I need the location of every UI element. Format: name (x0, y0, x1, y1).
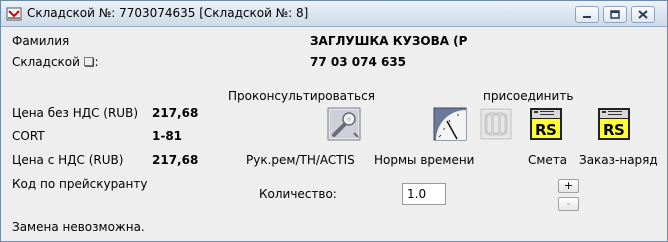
time-norms-button[interactable] (433, 107, 467, 141)
svg-text:S: S (546, 121, 557, 139)
quantity-label: Количество: (259, 187, 337, 201)
quantity-decrement-button[interactable]: - (558, 197, 579, 211)
quantity-increment-button[interactable]: + (558, 179, 579, 193)
maximize-button[interactable] (603, 6, 627, 23)
quantity-input[interactable] (402, 183, 446, 205)
estimate-label[interactable]: Смета (528, 153, 567, 167)
title-bar[interactable]: Складской №: 7703074635 [Складской №: 8] (1, 1, 667, 27)
svg-text:S: S (614, 121, 625, 139)
order-icon: R S (598, 108, 630, 140)
status-message: Замена невозможна. (12, 220, 145, 234)
price-gross-value: 217,68 (152, 153, 199, 167)
surname-label: Фамилия (12, 34, 70, 48)
price-net-value: 217,68 (152, 106, 199, 120)
window-title: Складской №: 7703074635 [Складской №: 8] (27, 6, 309, 20)
app-icon (6, 6, 22, 22)
estimate-icon: R S (530, 108, 562, 140)
cort-value: 1-81 (152, 129, 183, 143)
price-code-label: Код по прейскуранту (12, 177, 148, 191)
estimate-button[interactable]: R S (529, 107, 563, 141)
clock-icon (433, 107, 467, 141)
dialog-content: Фамилия ЗАГЛУШКА КУЗОВА (Р Складской ❏: … (1, 28, 667, 241)
link-icon (480, 108, 512, 140)
consult-label: Проконсультироваться (228, 89, 375, 103)
stock-value: 77 03 074 635 (310, 55, 407, 69)
close-icon (638, 10, 648, 19)
join-label: присоединить (483, 89, 574, 103)
wrench-manual-icon (327, 107, 361, 141)
minimize-button[interactable] (575, 6, 599, 23)
close-button[interactable] (631, 6, 655, 23)
minimize-icon (583, 15, 591, 18)
order-label[interactable]: Заказ-наряд (579, 153, 658, 167)
time-norms-label[interactable]: Нормы времени (374, 153, 474, 167)
manual-label[interactable]: Рук.рем/TH/ACTIS (246, 153, 355, 167)
cort-label: CORT (12, 129, 45, 143)
manual-button[interactable] (327, 107, 361, 141)
surname-value: ЗАГЛУШКА КУЗОВА (Р (310, 34, 468, 48)
price-net-label: Цена без НДС (RUB) (12, 106, 138, 120)
join-button[interactable] (479, 107, 513, 141)
maximize-icon (610, 10, 620, 19)
price-gross-label: Цена с НДС (RUB) (12, 153, 124, 167)
dialog-window: Складской №: 7703074635 [Складской №: 8]… (0, 0, 668, 242)
stock-label: Складской ❏: (12, 55, 99, 69)
order-button[interactable]: R S (597, 107, 631, 141)
